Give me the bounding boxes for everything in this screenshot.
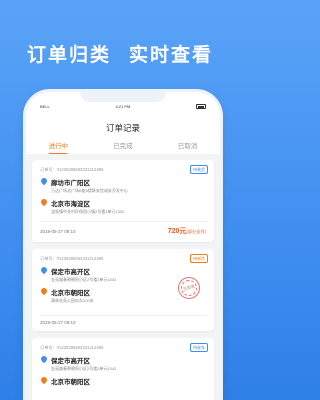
pickup-city: 保定市高开区 <box>51 358 90 365</box>
order-price: 720元(部分支付) <box>168 226 206 236</box>
dropoff-address: 满林花苑公园向东200米 <box>51 298 94 303</box>
dropoff-city: 北京市朝阳区 <box>51 290 90 297</box>
dropoff-pin-icon <box>39 375 49 385</box>
pickup-pin-icon <box>39 176 49 186</box>
order-number: 订单号：#1235286663331212489 <box>40 256 104 261</box>
dropoff-stop: 北京市朝阳区 <box>39 375 206 386</box>
battery-icon <box>195 103 206 109</box>
status-badge: 待发车 <box>190 343 208 352</box>
pickup-pin-icon <box>39 354 49 364</box>
order-card[interactable]: 待发车 订单号：#1235286663331212489 保定市高开区 金苑路春… <box>32 338 214 400</box>
price-amount: 720元 <box>167 228 187 235</box>
dropoff-address: 温泉镇中关村环保园小镇2号楼3单元1302 <box>51 209 125 214</box>
stamp-text: 已签收 <box>182 283 196 292</box>
order-number: 订单号：#1235286663331212489 <box>40 167 104 172</box>
order-card[interactable]: 待装货 订单号：#1235286663331212489 廊坊市广阳区 万达广场… <box>32 160 214 242</box>
pickup-address: 金苑路春朝朝阳小区2号楼3单元1042 <box>51 277 117 282</box>
phone-mockup: BELL 4:21 PM 订单记录 进行中 已完成 已取消 待装货 订单号：#1… <box>26 92 220 400</box>
tab-in-progress[interactable]: 进行中 <box>26 140 91 154</box>
status-badge: 待装货 <box>190 165 208 174</box>
order-number: 订单号：#1235286663331212489 <box>40 345 104 350</box>
pickup-stop: 保定市高开区 金苑路春朝朝阳小区2号楼3单元1042 <box>39 354 206 372</box>
pickup-address: 金苑路春朝朝阳小区2号楼3单元1042 <box>51 366 117 371</box>
promo-left: 订单归类 <box>26 45 111 66</box>
dropoff-pin-icon <box>39 286 49 296</box>
order-tabs: 进行中 已完成 已取消 <box>26 140 220 154</box>
order-list[interactable]: 待装货 订单号：#1235286663331212489 廊坊市广阳区 万达广场… <box>26 154 220 400</box>
order-time: 2019-05-27 09:10 <box>40 228 76 234</box>
dropoff-city: 北京市朝阳区 <box>51 379 90 386</box>
price-note: (部分支付) <box>186 229 206 234</box>
tab-cancelled[interactable]: 已取消 <box>155 140 220 154</box>
dropoff-stop: 北京市海淀区 温泉镇中关村环保园小镇2号楼3单元1302 <box>39 197 206 215</box>
pickup-city: 廊坊市广阳区 <box>51 180 90 187</box>
promo-headline: 订单归类 实时查看 <box>0 40 240 67</box>
clock: 4:21 PM <box>115 103 131 109</box>
order-time: 2019-05-27 09:10 <box>40 320 76 325</box>
pickup-address: 万达广场北广场B座6楼联安信诚安开发中心 <box>51 188 128 193</box>
dropoff-pin-icon <box>39 197 49 207</box>
card-footer: 2019-05-27 09:10 <box>40 315 206 325</box>
pickup-city: 保定市高开区 <box>51 269 90 276</box>
card-footer: 2019-05-27 09:10 720元(部分支付) <box>40 221 206 236</box>
order-card[interactable]: 待卸货 订单号：#1235286663331212489 保定市高开区 金苑路春… <box>32 249 214 331</box>
page-title: 订单记录 <box>105 123 140 133</box>
tab-completed[interactable]: 已完成 <box>91 140 156 154</box>
pickup-stop: 廊坊市广阳区 万达广场北广场B座6楼联安信诚安开发中心 <box>39 176 206 194</box>
status-bar: BELL 4:21 PM <box>40 101 206 111</box>
dropoff-city: 北京市海淀区 <box>51 201 90 208</box>
status-badge: 待卸货 <box>190 254 208 263</box>
pickup-pin-icon <box>39 265 49 275</box>
promo-right: 实时查看 <box>129 45 214 66</box>
carrier: BELL <box>40 103 50 109</box>
